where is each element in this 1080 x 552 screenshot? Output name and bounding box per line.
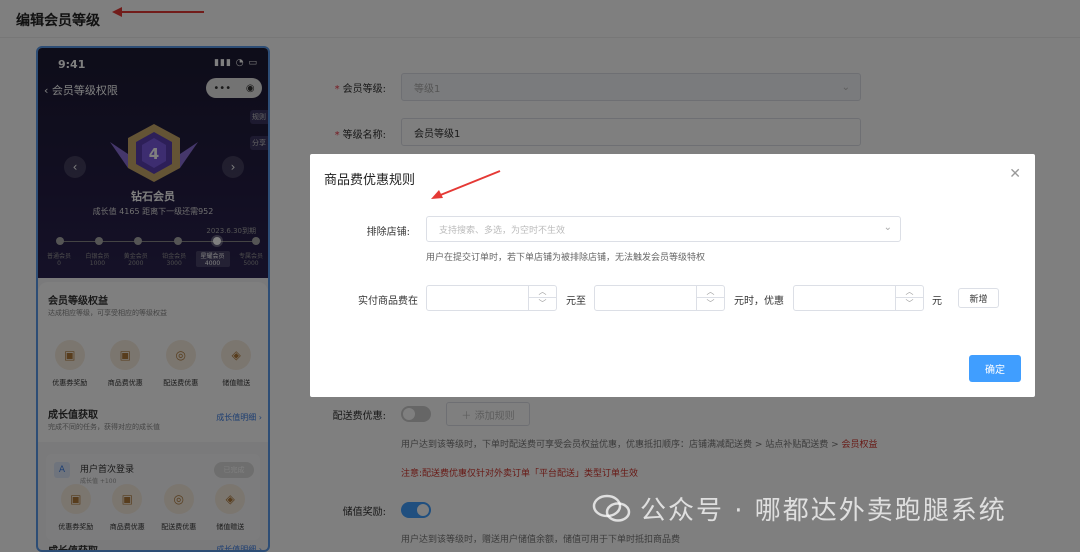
exclude-store-label: 排除店铺: bbox=[366, 227, 410, 238]
min-amount-stepper[interactable]: ︿ ﹀ bbox=[528, 286, 556, 310]
close-icon[interactable]: ✕ bbox=[1009, 166, 1021, 182]
max-amount-input[interactable]: ︿ ﹀ bbox=[594, 285, 725, 311]
chevron-down-icon: ⌄ bbox=[883, 222, 892, 233]
exclude-store-select[interactable]: 支持搜索、多选，为空时不生效 ⌄ bbox=[426, 216, 901, 242]
decrement-icon[interactable]: ﹀ bbox=[896, 298, 923, 310]
paid-amount-label: 实付商品费在 bbox=[358, 296, 418, 307]
max-amount-stepper[interactable]: ︿ ﹀ bbox=[696, 286, 724, 310]
unit-when: 元时，优惠 bbox=[734, 296, 784, 307]
watermark: 公众号 · 哪都达外卖跑腿系统 bbox=[592, 488, 1007, 528]
unit-to: 元至 bbox=[566, 296, 586, 307]
discount-rule-modal: 商品费优惠规则 ✕ 排除店铺: 支持搜索、多选，为空时不生效 ⌄ 用户在提交订单… bbox=[310, 154, 1035, 397]
decrement-icon[interactable]: ﹀ bbox=[697, 298, 724, 310]
increment-icon[interactable]: ︿ bbox=[896, 286, 923, 298]
increment-icon[interactable]: ︿ bbox=[697, 286, 724, 298]
unit-yuan: 元 bbox=[932, 296, 942, 307]
add-rule-row-button[interactable]: 新增 bbox=[958, 288, 999, 308]
confirm-button[interactable]: 确定 bbox=[969, 355, 1021, 382]
discount-amount-stepper[interactable]: ︿ ﹀ bbox=[895, 286, 923, 310]
wechat-logo-icon bbox=[592, 494, 631, 522]
decrement-icon[interactable]: ﹀ bbox=[529, 298, 556, 310]
increment-icon[interactable]: ︿ bbox=[529, 286, 556, 298]
exclude-store-help: 用户在提交订单时，若下单店铺为被排除店铺，无法触发会员等级特权 bbox=[426, 253, 706, 263]
annotation-arrow bbox=[431, 170, 501, 199]
min-amount-input[interactable]: ︿ ﹀ bbox=[426, 285, 557, 311]
discount-amount-input[interactable]: ︿ ﹀ bbox=[793, 285, 924, 311]
modal-title: 商品费优惠规则 bbox=[324, 173, 416, 188]
